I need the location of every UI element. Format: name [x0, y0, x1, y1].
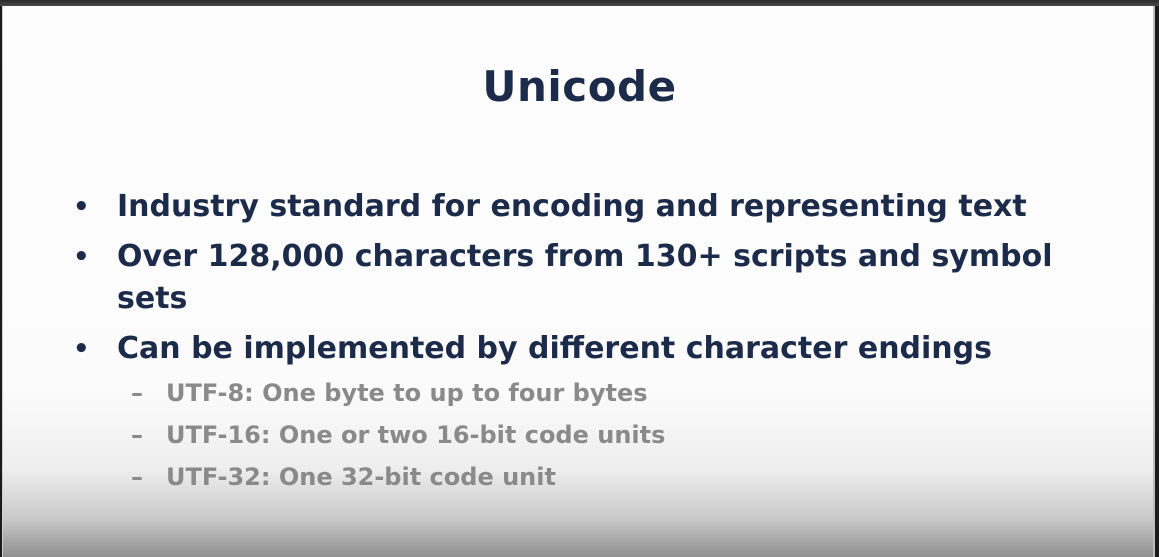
- bullet-list: • Industry standard for encoding and rep…: [67, 186, 1107, 370]
- bullet-marker: •: [73, 334, 90, 364]
- bullet-item: • Industry standard for encoding and rep…: [67, 186, 1107, 228]
- video-frame: Unicode • Industry standard for encoding…: [0, 0, 1159, 557]
- bullet-text: Over 128,000 characters from 130+ script…: [117, 239, 1053, 316]
- presentation-slide: Unicode • Industry standard for encoding…: [2, 6, 1155, 557]
- bullet-text: Can be implemented by different characte…: [117, 331, 992, 366]
- sub-bullet-item: – UTF-16: One or two 16-bit code units: [67, 414, 1107, 456]
- sub-bullet-text: UTF-8: One byte to up to four bytes: [166, 379, 648, 407]
- sub-bullet-text: UTF-16: One or two 16-bit code units: [166, 421, 666, 449]
- sub-bullet-text: UTF-32: One 32-bit code unit: [166, 463, 556, 491]
- dash-marker: –: [131, 463, 143, 491]
- bullet-marker: •: [73, 192, 90, 222]
- dash-marker: –: [131, 379, 143, 407]
- bullet-item: • Over 128,000 characters from 130+ scri…: [67, 236, 1107, 320]
- sub-bullet-list: – UTF-8: One byte to up to four bytes – …: [67, 372, 1107, 498]
- bullet-marker: •: [73, 242, 90, 272]
- dash-marker: –: [131, 421, 143, 449]
- slide-title: Unicode: [482, 62, 677, 111]
- bullet-text: Industry standard for encoding and repre…: [117, 189, 1027, 224]
- sub-bullet-item: – UTF-32: One 32-bit code unit: [67, 456, 1107, 498]
- bullet-item: • Can be implemented by different charac…: [67, 328, 1107, 370]
- sub-bullet-item: – UTF-8: One byte to up to four bytes: [67, 372, 1107, 414]
